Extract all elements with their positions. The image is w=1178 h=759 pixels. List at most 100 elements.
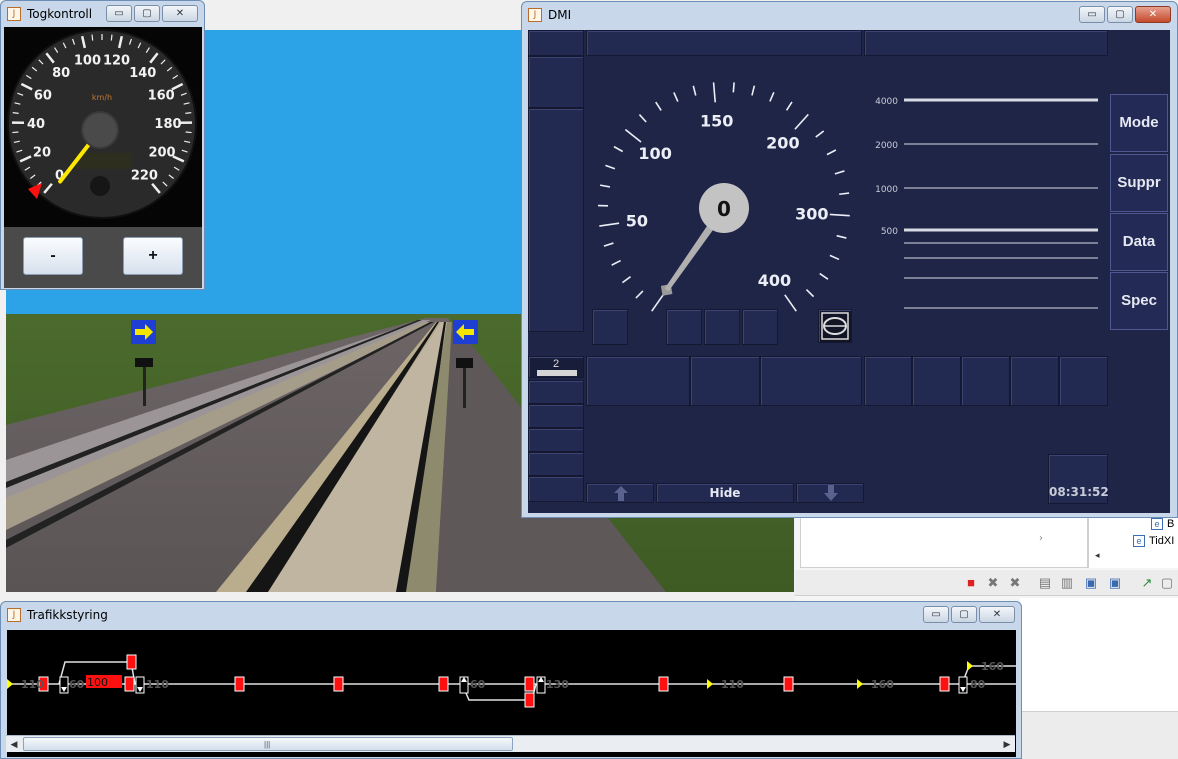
signal-red[interactable] <box>234 676 245 692</box>
close-button[interactable]: ✕ <box>162 5 198 22</box>
window-title: Togkontroll <box>27 7 93 21</box>
terminate-icon[interactable]: ■ <box>963 575 979 591</box>
class-file-icon: e <box>1151 518 1163 530</box>
trafikkstyring-titlebar[interactable]: J Trafikkstyring <box>1 602 1021 628</box>
scroll-right-button[interactable]: ▶ <box>1000 737 1014 751</box>
speedometer-label: 80 <box>52 66 70 81</box>
planning-scale-label: 1000 <box>875 185 898 195</box>
planning-scale-label: 500 <box>881 227 898 237</box>
signal-yellow[interactable] <box>967 661 973 671</box>
special-button[interactable]: Spec <box>1110 272 1168 330</box>
dmi-dial-label: 100 <box>638 144 671 163</box>
speedometer-label: 140 <box>129 66 156 81</box>
signal-red[interactable] <box>939 676 950 692</box>
dmi-area-g5 <box>1059 356 1108 406</box>
scroll-down-button[interactable] <box>796 483 864 503</box>
speedometer-tick <box>110 34 113 41</box>
dmi-dial-tick <box>635 290 644 299</box>
level-indicator: 2 <box>528 356 584 378</box>
signal-red[interactable] <box>524 692 535 708</box>
suppression-button[interactable]: Suppr <box>1110 154 1168 212</box>
speedometer: 020406080100 120140160180200220 km/h <box>7 29 197 219</box>
signal-red[interactable] <box>524 676 535 692</box>
speedometer-label: 180 <box>154 117 181 132</box>
dmi-dial-tick <box>599 184 611 188</box>
close-button[interactable]: ✕ <box>979 606 1015 623</box>
ide-status-area <box>1020 711 1178 759</box>
scroll-left-icon[interactable]: ◂ <box>1095 550 1100 561</box>
dmi-dial-tick <box>829 254 840 261</box>
window-title: DMI <box>548 8 572 22</box>
planning-scale-label: 2000 <box>875 141 898 151</box>
dmi-window: J DMI ▭ ▢ ✕ 50 100 150 200 300 400 0 400… <box>521 1 1178 518</box>
pin-console-icon[interactable]: ▣ <box>1083 575 1099 591</box>
maximize-button[interactable]: ▢ <box>134 5 160 22</box>
clear-console-icon[interactable]: ▤ <box>1037 575 1053 591</box>
minimize-button[interactable]: ▭ <box>106 5 132 22</box>
mode-button[interactable]: Mode <box>1110 94 1168 152</box>
signal-yellow[interactable] <box>707 679 713 689</box>
dmi-area-g4 <box>1010 356 1059 406</box>
track-speed-label: 110 <box>721 678 744 691</box>
track-layout: 100 110 60 110 60 130 110 160 80 160 <box>7 654 1016 708</box>
tree-item[interactable]: e TidXI <box>1133 535 1174 547</box>
speed-unit: km/h <box>92 93 112 102</box>
dmi-area-top-d <box>864 30 1108 56</box>
signal-yellow[interactable] <box>7 679 13 689</box>
signal-red[interactable] <box>658 676 669 692</box>
speedometer-label: 220 <box>131 169 158 184</box>
remove-launch-icon[interactable]: ✖ <box>985 575 1001 591</box>
signal-yellow[interactable] <box>857 679 863 689</box>
signal-red[interactable] <box>333 676 344 692</box>
planning-scale-label: 4000 <box>875 97 898 107</box>
hide-button[interactable]: Hide <box>656 483 794 503</box>
signal-red[interactable] <box>783 676 794 692</box>
dmi-dial-tick <box>829 213 850 217</box>
minimize-button[interactable]: ▭ <box>923 606 949 623</box>
dmi-area-g3 <box>961 356 1010 406</box>
dmi-display: 50100150200300400 0 4000200010005000 Mod… <box>528 30 1170 513</box>
signal-red[interactable] <box>124 676 135 692</box>
tree-item-label: TidXI <box>1149 535 1175 547</box>
dmi-area-a <box>528 30 584 56</box>
data-button[interactable]: Data <box>1110 213 1168 271</box>
increase-speed-button[interactable]: + <box>123 237 183 275</box>
dmi-area-c8 <box>690 356 760 406</box>
tree-item[interactable]: e B <box>1151 518 1174 530</box>
decrease-speed-button[interactable]: - <box>23 237 83 275</box>
dmi-mode-symbol <box>818 309 852 343</box>
scroll-lock-icon[interactable]: ▥ <box>1059 575 1075 591</box>
java-icon: J <box>528 8 542 22</box>
dmi-dial-tick <box>605 164 616 170</box>
speedometer-tick <box>12 131 19 134</box>
dmi-dial-tick <box>836 234 847 239</box>
dmi-area-a2 <box>528 56 584 108</box>
dmi-dial-tick <box>839 192 850 196</box>
dmi-area-c7 <box>586 356 690 406</box>
track-speed-label: 80 <box>970 678 986 691</box>
minimize-button[interactable]: ▭ <box>1079 6 1105 23</box>
dmi-dial-tick <box>599 222 620 227</box>
maximize-button[interactable]: ▢ <box>951 606 977 623</box>
occupied-label: 100 <box>87 676 108 689</box>
ide-project-tree[interactable]: e B e TidXI ◂ <box>1088 516 1178 568</box>
signal-red[interactable] <box>438 676 449 692</box>
window-title: Trafikkstyring <box>27 608 108 622</box>
trafikkstyring-scrollbar[interactable]: ◀ ||| ▶ <box>6 735 1015 752</box>
close-button[interactable]: ✕ <box>1135 6 1171 23</box>
signal-red[interactable] <box>126 654 137 670</box>
scroll-left-button[interactable]: ◀ <box>7 737 21 751</box>
class-file-icon: e <box>1133 535 1145 547</box>
scroll-up-button[interactable] <box>586 483 654 503</box>
open-console-icon[interactable]: ↗ <box>1139 575 1155 591</box>
new-console-icon[interactable]: ▢ <box>1159 575 1175 591</box>
maximize-button[interactable]: ▢ <box>1107 6 1133 23</box>
speedometer-label: 40 <box>27 117 45 132</box>
track-speed-label: 160 <box>981 660 1004 673</box>
scrollbar-thumb[interactable]: ||| <box>23 737 513 751</box>
dmi-area-top-b <box>586 30 862 56</box>
display-console-icon[interactable]: ▣ <box>1107 575 1123 591</box>
remove-all-icon[interactable]: ✖ <box>1007 575 1023 591</box>
togkontroll-window: J Togkontroll ▭ ▢ ✕ 0 20 40 60 80 100 120 140 16… <box>0 0 205 290</box>
track-speed-label: 110 <box>146 678 169 691</box>
